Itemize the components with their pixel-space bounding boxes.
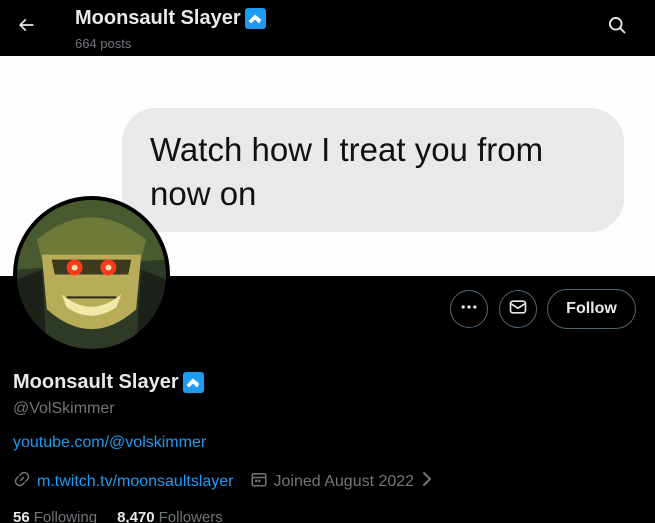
search-icon (607, 15, 627, 40)
followers-label: Followers (158, 509, 223, 523)
mail-icon (508, 297, 528, 322)
header-title-block: Moonsault Slayer 664 posts (75, 5, 266, 51)
following-label: Following (33, 509, 98, 523)
message-bubble: Watch how I treat you from now on (122, 108, 624, 232)
avatar-image (17, 200, 166, 349)
arrow-left-icon (16, 15, 36, 40)
message-button[interactable] (499, 290, 537, 328)
joined-date: Joined August 2022 (273, 472, 415, 490)
bio-youtube-link[interactable]: youtube.com/@volskimmer (13, 434, 206, 452)
followers-count: 8,470 (117, 509, 155, 523)
profile-name-row: Moonsault Slayer (13, 371, 204, 394)
more-options-button[interactable] (450, 290, 488, 328)
calendar-icon (250, 470, 268, 493)
link-icon (13, 470, 31, 493)
profile-meta: m.twitch.tv/moonsaultslayer Joined Augus… (13, 470, 434, 493)
profile-handle: @VolSkimmer (13, 400, 115, 417)
follow-stats: 56 Following 8,470 Followers (13, 509, 243, 523)
search-button[interactable] (599, 9, 635, 45)
website-link[interactable]: m.twitch.tv/moonsaultslayer (37, 473, 234, 491)
avatar[interactable] (13, 196, 170, 353)
following-count: 56 (13, 509, 30, 523)
follow-button[interactable]: Follow (547, 289, 636, 329)
banner-message-text: Watch how I treat you from now on (150, 131, 544, 212)
chevron-right-icon[interactable] (420, 471, 434, 492)
followers-link[interactable]: 8,470 Followers (117, 509, 223, 523)
back-button[interactable] (8, 9, 44, 45)
verified-badge-icon (244, 7, 266, 29)
verified-badge-icon[interactable] (182, 372, 204, 393)
more-icon (459, 297, 479, 322)
post-count: 664 posts (75, 36, 132, 51)
header-title: Moonsault Slayer (75, 6, 241, 29)
profile-header: Moonsault Slayer 664 posts (0, 0, 655, 56)
profile-name: Moonsault Slayer (13, 371, 179, 393)
following-link[interactable]: 56 Following (13, 509, 97, 523)
